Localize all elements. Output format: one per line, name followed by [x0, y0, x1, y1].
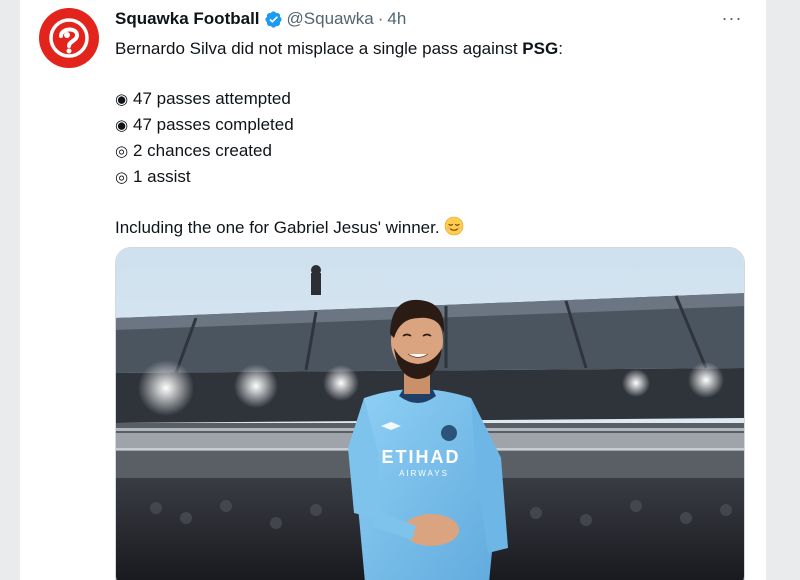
stat-text: 2 chances created: [133, 141, 272, 160]
filled-bullet-icon: ◉: [115, 90, 129, 108]
separator-dot: ·: [377, 9, 384, 28]
stat-text: 1 assist: [133, 167, 191, 186]
intro-bold: PSG: [522, 39, 559, 58]
shirt-sponsor: ETIHAD: [382, 447, 461, 467]
closing-text: Including the one for Gabriel Jesus' win…: [115, 218, 440, 237]
tweet-header: Squawka Football @Squawka · 4h: [115, 9, 406, 29]
ring-bullet-icon: ◎: [115, 142, 129, 160]
intro-line: Bernardo Silva did not misplace a single…: [115, 36, 745, 61]
stat-text: 47 passes attempted: [133, 89, 291, 108]
tweet-card[interactable]: Squawka Football @Squawka · 4h ··· Berna…: [20, 0, 766, 580]
stat-line: ◎ 2 chances created: [115, 138, 745, 164]
intro-end: :: [558, 39, 563, 58]
more-options-icon[interactable]: ···: [720, 8, 744, 28]
shirt-sponsor-sub: AIRWAYS: [399, 469, 449, 478]
ring-bullet-icon: ◎: [115, 168, 129, 186]
author-name[interactable]: Squawka Football: [115, 9, 260, 29]
timestamp[interactable]: 4h: [387, 9, 406, 29]
relieved-face-emoji-icon: [444, 216, 464, 243]
stat-line: ◎ 1 assist: [115, 164, 745, 190]
filled-bullet-icon: ◉: [115, 116, 129, 134]
author-handle[interactable]: @Squawka: [287, 9, 374, 29]
stat-line: ◉ 47 passes completed: [115, 112, 745, 138]
photo-player-celebrating: ETIHAD AIRWAYS: [116, 248, 744, 580]
intro-text: Bernardo Silva did not misplace a single…: [115, 39, 523, 58]
tweet-text: Bernardo Silva did not misplace a single…: [115, 36, 745, 243]
squawka-logo-icon: [49, 18, 89, 58]
tweet-photo[interactable]: ETIHAD AIRWAYS: [115, 247, 745, 580]
avatar[interactable]: [39, 8, 99, 68]
closing-line: Including the one for Gabriel Jesus' win…: [115, 215, 745, 243]
verified-badge-icon: [264, 10, 283, 29]
stat-text: 47 passes completed: [133, 115, 294, 134]
stat-line: ◉ 47 passes attempted: [115, 86, 745, 112]
